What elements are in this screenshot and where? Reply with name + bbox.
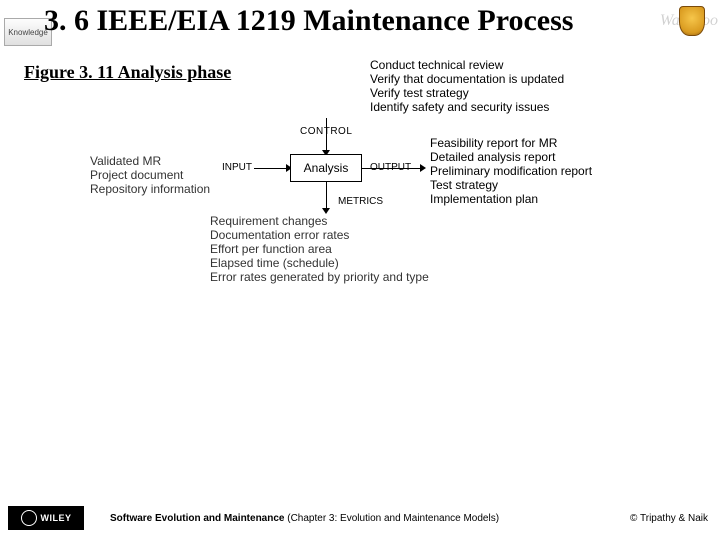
metrics-item: Requirement changes: [210, 214, 429, 228]
control-item: Identify safety and security issues: [370, 100, 564, 114]
page-title: 3. 6 IEEE/EIA 1219 Maintenance Process: [44, 4, 573, 38]
input-item: Project document: [90, 168, 210, 182]
metrics-label: METRICS: [338, 196, 383, 207]
input-item: Validated MR: [90, 154, 210, 168]
metrics-list: Requirement changes Documentation error …: [210, 214, 429, 284]
analysis-box-label: Analysis: [304, 161, 349, 175]
logo-left-label: Knowledge: [8, 28, 48, 37]
arrowhead-icon: [420, 164, 426, 172]
control-item: Conduct technical review: [370, 58, 564, 72]
footer-book-title: Software Evolution and Maintenance: [110, 513, 284, 524]
control-item: Verify that documentation is updated: [370, 72, 564, 86]
metrics-item: Documentation error rates: [210, 228, 429, 242]
analysis-box: Analysis: [290, 154, 362, 182]
wiley-label: WILEY: [41, 513, 72, 523]
analysis-phase-diagram: Conduct technical review Verify that doc…: [90, 58, 680, 318]
control-list: Conduct technical review Verify that doc…: [370, 58, 564, 114]
output-item: Feasibility report for MR: [430, 136, 592, 150]
output-item: Implementation plan: [430, 192, 592, 206]
input-label: INPUT: [222, 162, 252, 173]
input-list: Validated MR Project document Repository…: [90, 154, 210, 196]
metrics-item: Elapsed time (schedule): [210, 256, 429, 270]
slide-footer: WILEY Software Evolution and Maintenance…: [0, 496, 720, 530]
metrics-item: Error rates generated by priority and ty…: [210, 270, 429, 284]
arrow-control: [326, 118, 327, 154]
footer-center: Software Evolution and Maintenance (Chap…: [110, 513, 499, 524]
input-item: Repository information: [90, 182, 210, 196]
output-list: Feasibility report for MR Detailed analy…: [430, 136, 592, 206]
output-item: Test strategy: [430, 178, 592, 192]
arrow-output: [362, 168, 422, 169]
arrow-input: [254, 168, 290, 169]
footer-chapter: (Chapter 3: Evolution and Maintenance Mo…: [284, 513, 499, 524]
slide-header: Knowledge 3. 6 IEEE/EIA 1219 Maintenance…: [0, 0, 720, 56]
metrics-item: Effort per function area: [210, 242, 429, 256]
logo-right: [672, 6, 712, 46]
shield-icon: [679, 6, 705, 36]
footer-copyright: © Tripathy & Naik: [630, 513, 708, 524]
wiley-logo: WILEY: [8, 506, 84, 530]
control-item: Verify test strategy: [370, 86, 564, 100]
output-item: Preliminary modification report: [430, 164, 592, 178]
output-item: Detailed analysis report: [430, 150, 592, 164]
